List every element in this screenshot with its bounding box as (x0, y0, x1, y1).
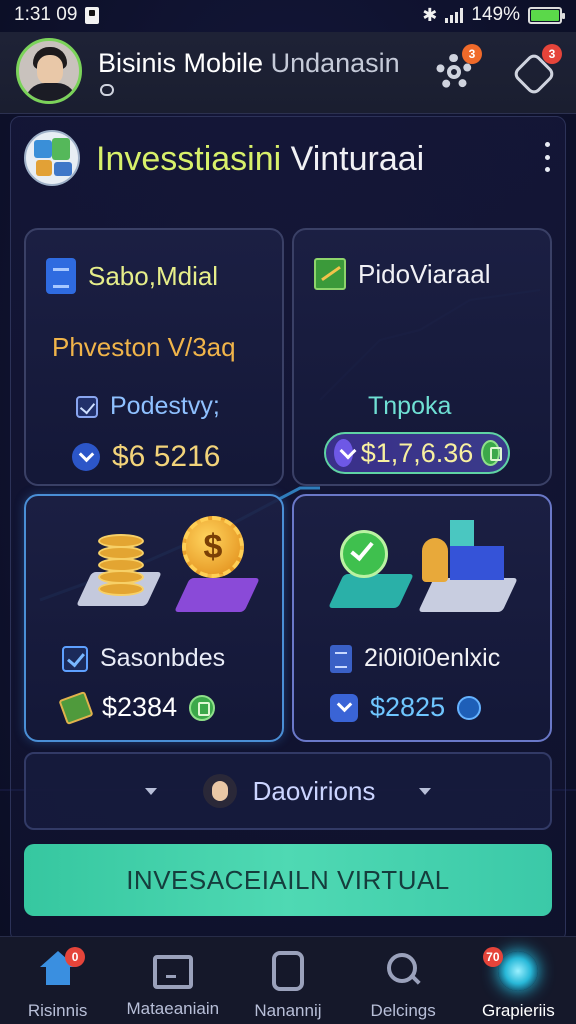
dollar-coin-icon: $ (182, 516, 244, 578)
nav-label: Risinnis (27, 1001, 88, 1020)
advisor-avatar (202, 774, 237, 808)
user-avatar[interactable] (16, 38, 82, 104)
panel-title: Invesstiasini Vinturaai (96, 140, 424, 179)
bluetooth-icon: ✱ (422, 4, 438, 25)
advisor-dropdown[interactable]: Daovirions (24, 752, 552, 830)
chevron-down-icon (419, 787, 432, 795)
card-amount-row: $2384 (58, 690, 216, 725)
bottom-navigation: 0 Risinnis Mataeaniain Nanannij Delcings… (0, 936, 576, 1024)
arrow-down-icon (330, 693, 358, 722)
coin-icon (481, 440, 502, 466)
list-icon (330, 644, 352, 673)
settings-button[interactable]: 3 (432, 44, 482, 94)
card-row-label: Podestvy; (110, 392, 220, 420)
card-subtitle: Phveston V/3aq (52, 332, 236, 362)
nav-label: Delcings (370, 1001, 436, 1020)
checkbox-icon[interactable] (76, 395, 98, 418)
card-label: PidoViaraal (358, 258, 491, 289)
app-title-sub: Undanasin (270, 48, 400, 78)
app-title-main: Bisinis Mobile (98, 48, 264, 78)
nav-item-market[interactable]: Mataeaniain (115, 937, 230, 1024)
card-amount-row: $6 5216 (72, 440, 220, 474)
investment-card-1[interactable]: Sabo,Mdial Phveston V/3aq Podestvy; $6 5… (24, 228, 284, 486)
growth-illustration (322, 516, 522, 626)
panel-header: Invesstiasini Vinturaai (24, 130, 554, 190)
card-row: Tnpoka (368, 392, 451, 421)
signal-icon (445, 7, 464, 23)
nav-label: Nanannij (254, 1001, 322, 1020)
sim-card-icon (85, 6, 100, 24)
panel-title-rest: Vinturaai (281, 140, 425, 178)
card-amount-row: $2825 (330, 692, 482, 723)
search-icon (383, 951, 423, 991)
card-row-label: Sasonbdes (100, 644, 226, 672)
card-amount: $2825 (370, 692, 446, 722)
battery-percent: 149% (471, 4, 520, 25)
phone-icon (271, 951, 304, 991)
app-title: Bisinis Mobile Undanasin (98, 48, 400, 79)
arrow-down-icon (72, 443, 100, 471)
app-header: Bisinis Mobile Undanasin 3 3 (0, 32, 576, 114)
notifications-badge: 3 (542, 44, 562, 64)
dropdown-label: Daovirions (252, 775, 376, 806)
cash-icon (58, 690, 94, 725)
card-row: Sasonbdes (62, 644, 225, 673)
glow-orb-icon (498, 951, 539, 991)
nav-item-business[interactable]: 0 Risinnis (0, 937, 115, 1024)
battery-icon (528, 6, 565, 24)
investment-card-3[interactable]: $ Sasonbdes $2384 (24, 494, 284, 742)
notifications-button[interactable]: 3 (511, 44, 562, 97)
card-row: Podestvy; (76, 392, 220, 421)
nav-label: Mataeaniain (126, 999, 220, 1018)
coins-illustration: $ (66, 516, 260, 626)
coin-icon (457, 695, 482, 720)
more-options-icon[interactable] (540, 142, 554, 172)
clock: 1:31 09 (14, 4, 78, 25)
document-icon (46, 258, 76, 294)
card-amount: $6 5216 (112, 440, 221, 473)
nav-badge: 0 (65, 947, 86, 967)
nav-item-search[interactable]: Delcings (346, 937, 461, 1024)
investment-card-2[interactable]: PidoViaraal Tnpoka $1,7,6.36 (292, 228, 552, 486)
coin-icon (189, 694, 216, 721)
status-bar: 1:31 09 ✱ 149% (0, 0, 576, 30)
nav-badge: 70 (482, 947, 503, 967)
panel-title-highlight: Invesstiasini (96, 140, 282, 178)
investment-card-4[interactable]: 2i0i0i0enlxic $2825 (292, 494, 552, 742)
arrow-down-icon (334, 439, 353, 467)
nav-item-finance[interactable]: Nanannij (230, 937, 345, 1024)
card-row: 2i0i0i0enlxic (330, 644, 500, 673)
amount-pill[interactable]: $1,7,6.36 (324, 432, 510, 474)
portfolio-icon (24, 130, 80, 186)
card-row-label: 2i0i0i0enlxic (364, 644, 501, 672)
card-label: Sabo,Mdial (88, 260, 219, 291)
checkbox-icon[interactable] (62, 645, 88, 672)
chevron-down-icon (144, 787, 157, 795)
card-row-label: Tnpoka (368, 392, 452, 420)
chart-icon (314, 258, 346, 290)
nav-label: Grapieriis (481, 1001, 555, 1020)
chat-icon[interactable] (100, 84, 114, 96)
settings-badge: 3 (462, 44, 482, 64)
card-amount: $2384 (102, 692, 178, 722)
invest-virtual-button[interactable]: INVESACEIAILN VIRTUAL (24, 844, 552, 916)
nav-item-graphics[interactable]: 70 Grapieriis (461, 937, 576, 1024)
card-amount: $1,7,6.36 (360, 437, 474, 468)
bag-icon (152, 955, 193, 989)
